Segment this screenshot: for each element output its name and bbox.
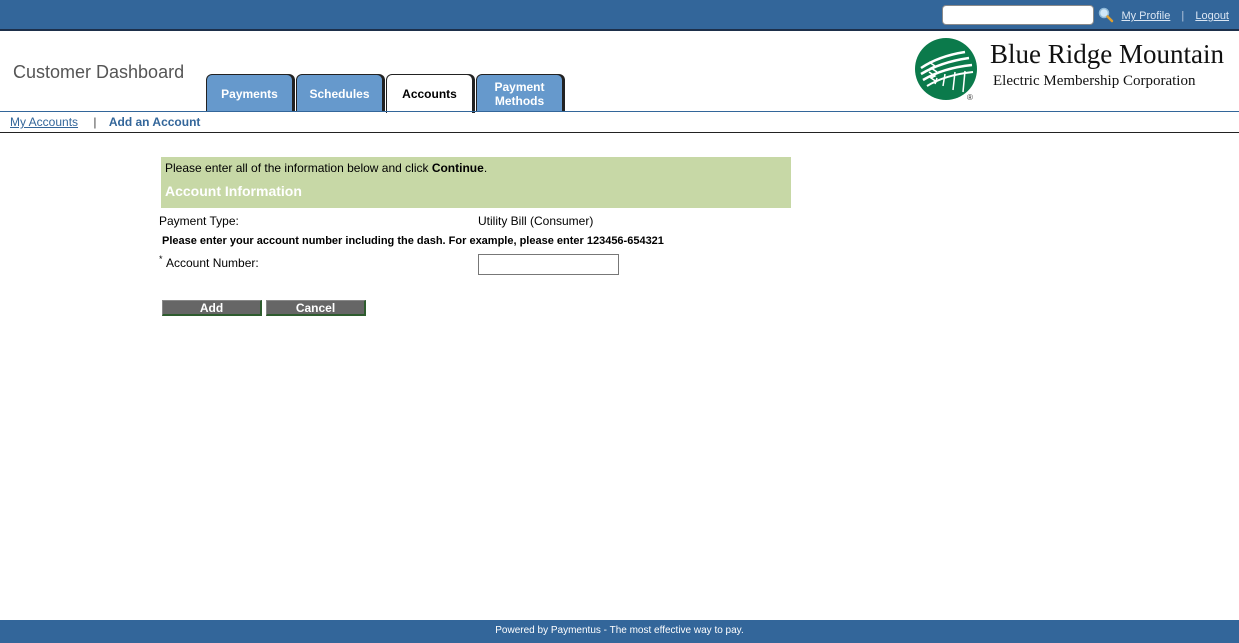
instruction-suffix: . (483, 161, 488, 175)
separator: | (93, 115, 97, 129)
top-bar: My Profile | Logout (0, 0, 1239, 31)
logo-icon (915, 38, 977, 100)
add-button[interactable]: Add (162, 300, 262, 316)
instruction-prefix: Please enter all of the information belo… (165, 161, 432, 175)
tab-payments[interactable]: Payments (206, 74, 293, 112)
account-number-label: Account Number: (166, 256, 259, 270)
page-title: Customer Dashboard (13, 62, 185, 82)
account-number-input[interactable] (478, 254, 619, 275)
tab-payment-methods[interactable]: Payment Methods (476, 74, 563, 112)
search-input[interactable] (942, 5, 1094, 25)
tab-schedules[interactable]: Schedules (296, 74, 383, 112)
top-links: My Profile | Logout (1121, 10, 1229, 22)
search-icon[interactable] (1098, 7, 1114, 23)
add-account-current: Add an Account (108, 115, 201, 129)
tab-label-line1: Payment (494, 79, 545, 94)
registered-mark: ® (967, 93, 973, 102)
my-accounts-link[interactable]: My Accounts (10, 115, 78, 129)
payment-type-value: Utility Bill (Consumer) (478, 214, 594, 228)
account-number-hint: Please enter your account number includi… (162, 235, 664, 247)
tab-label: Payments (221, 86, 278, 101)
payment-type-label: Payment Type: (159, 214, 239, 228)
logout-link[interactable]: Logout (1195, 10, 1229, 22)
footer: Powered by Paymentus - The most effectiv… (0, 620, 1239, 643)
logo-title: Blue Ridge Mountain (990, 39, 1224, 69)
required-marker: * (159, 254, 163, 264)
instruction-bold: Continue (431, 161, 484, 175)
tab-accounts[interactable]: Accounts (386, 74, 473, 113)
instruction-text: Please enter all of the information belo… (165, 161, 487, 175)
footer-text: Powered by Paymentus - The most effectiv… (495, 625, 744, 636)
header-divider (0, 111, 1239, 112)
instruction-panel: Please enter all of the information belo… (161, 157, 791, 208)
subnav-divider (0, 132, 1239, 133)
separator: | (1181, 10, 1185, 22)
logo-subtitle: Electric Membership Corporation (993, 73, 1196, 89)
tab-label: Schedules (309, 86, 370, 101)
section-title: Account Information (165, 183, 302, 199)
tab-label: Accounts (402, 87, 457, 101)
tab-label-line2: Methods (494, 93, 545, 108)
my-profile-link[interactable]: My Profile (1121, 10, 1170, 22)
cancel-button[interactable]: Cancel (266, 300, 366, 316)
breadcrumb: My Accounts | Add an Account (10, 115, 200, 129)
